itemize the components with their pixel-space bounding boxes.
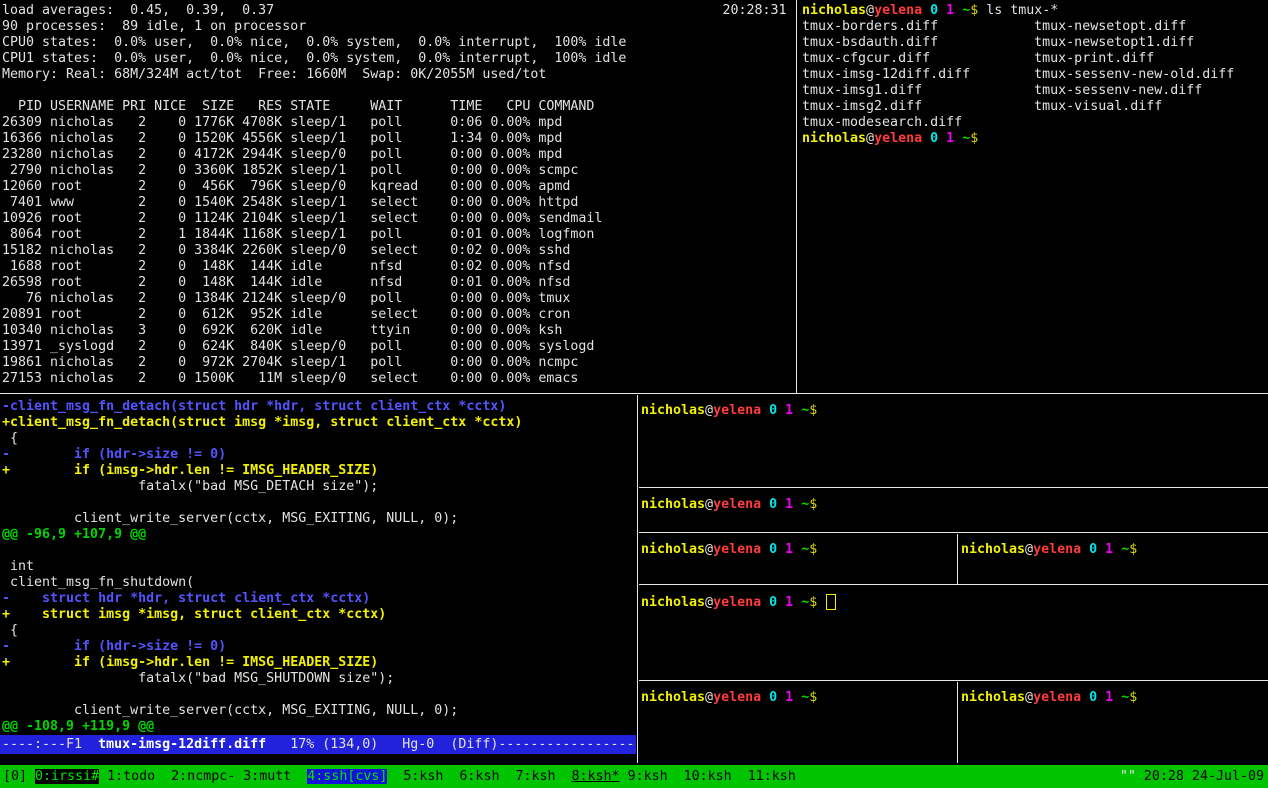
shell-prompt: nicholas@yelena 0 1 ~$ xyxy=(802,3,978,18)
status-window-2[interactable]: 2:ncmpc- xyxy=(171,769,235,784)
editor-buffer: -client_msg_fn_detach(struct hdr *hdr, s… xyxy=(2,399,522,735)
command-text: ls tmux-* xyxy=(986,3,1058,18)
tmux-screen: load averages: 0.45, 0.39, 0.37 20:28:31… xyxy=(0,0,1268,788)
editor-line: +client_msg_fn_detach(struct imsg *imsg,… xyxy=(2,415,522,431)
editor-line xyxy=(2,543,522,559)
shell-prompt: nicholas@yelena 0 1 ~$ xyxy=(641,497,817,512)
window-list: 0:irssi# 1:todo 2:ncmpc- 3:mutt 4:ssh[cv… xyxy=(27,769,812,784)
shell-pane-active[interactable]: nicholas@yelena 0 1 ~$ xyxy=(639,586,1268,688)
status-window-11[interactable]: 11:ksh xyxy=(748,769,796,784)
editor-line: - if (hdr->size != 0) xyxy=(2,639,522,655)
modeline-fill: -------------------------- xyxy=(498,737,636,752)
editor-line: { xyxy=(2,431,522,447)
top-output: load averages: 0.45, 0.39, 0.37 20:28:31… xyxy=(2,3,797,387)
pane-border-c xyxy=(639,584,1268,585)
pane-top-process-monitor[interactable]: load averages: 0.45, 0.39, 0.37 20:28:31… xyxy=(0,0,797,396)
shell-pane-e-left[interactable]: nicholas@yelena 0 1 ~$ xyxy=(639,682,959,771)
modeline-filename: tmux-imsg-12diff.diff xyxy=(98,737,266,752)
shell-prompt: nicholas@yelena 0 1 ~$ xyxy=(641,595,817,610)
modeline-info: 17% (134,0) Hg-0 (Diff) xyxy=(266,737,498,752)
editor-line: int xyxy=(2,559,522,575)
pane-border-b xyxy=(639,532,1268,533)
session-badge: [0] xyxy=(3,769,27,784)
tmux-status-bar: [0] 0:irssi# 1:todo 2:ncmpc- 3:mutt 4:ss… xyxy=(0,765,1268,788)
terminal-cursor xyxy=(826,594,836,610)
status-window-1[interactable]: 1:todo xyxy=(107,769,155,784)
editor-modeline: ----:---F1 tmux-imsg-12diff.diff 17% (13… xyxy=(0,735,636,754)
editor-line: client_write_server(cctx, MSG_EXITING, N… xyxy=(2,703,522,719)
status-window-6[interactable]: 6:ksh xyxy=(459,769,499,784)
shell-prompt: nicholas@yelena 0 1 ~$ xyxy=(802,131,978,146)
editor-line: fatalx("bad MSG_SHUTDOWN size"); xyxy=(2,671,522,687)
editor-line xyxy=(2,495,522,511)
status-right: "" 20:28 24-Jul-09 xyxy=(1120,765,1264,788)
pane-shell-ls[interactable]: nicholas@yelena 0 1 ~$ ls tmux-* tmux-bor… xyxy=(799,0,1268,396)
editor-line xyxy=(2,687,522,703)
status-window-3[interactable]: 3:mutt xyxy=(243,769,291,784)
pane-border-e-split xyxy=(957,682,958,763)
editor-line: + if (imsg->hdr.len != IMSG_HEADER_SIZE) xyxy=(2,463,522,479)
status-window-5[interactable]: 5:ksh xyxy=(403,769,443,784)
editor-line: - struct hdr *hdr, struct client_ctx *cc… xyxy=(2,591,522,607)
shell-prompt-line: nicholas@yelena 0 1 ~$ xyxy=(802,131,1268,147)
shell-prompt: nicholas@yelena 0 1 ~$ xyxy=(961,690,1137,705)
status-window-4[interactable]: 4:ssh[cvs] xyxy=(307,769,387,784)
pane-editor-diff[interactable]: -client_msg_fn_detach(struct hdr *hdr, s… xyxy=(0,395,636,763)
editor-line: + struct imsg *imsg, struct client_ctx *… xyxy=(2,607,522,623)
editor-line: { xyxy=(2,623,522,639)
shell-prompt: nicholas@yelena 0 1 ~$ xyxy=(641,403,817,418)
editor-line: client_write_server(cctx, MSG_EXITING, N… xyxy=(2,511,522,527)
status-clock: 20:28 xyxy=(1144,769,1184,784)
status-window-0[interactable]: 0:irssi# xyxy=(35,769,99,784)
editor-line: - if (hdr->size != 0) xyxy=(2,447,522,463)
editor-line: @@ -96,9 +107,9 @@ xyxy=(2,527,522,543)
shell-prompt: nicholas@yelena 0 1 ~$ xyxy=(641,542,817,557)
status-window-8[interactable]: 8:ksh* xyxy=(572,769,620,784)
shell-pane-e-right[interactable]: nicholas@yelena 0 1 ~$ xyxy=(959,682,1268,771)
editor-line: fatalx("bad MSG_DETACH size"); xyxy=(2,479,522,495)
pane-border-vertical-bottom xyxy=(637,395,638,763)
pane-border-vertical-top xyxy=(796,0,797,393)
status-window-10[interactable]: 10:ksh xyxy=(684,769,732,784)
file-listing: tmux-borders.diff tmux-newsetopt.diff tm… xyxy=(802,19,1268,131)
editor-line: @@ -108,9 +119,9 @@ xyxy=(2,719,522,735)
shell-prompt: nicholas@yelena 0 1 ~$ xyxy=(961,542,1137,557)
editor-line: + if (imsg->hdr.len != IMSG_HEADER_SIZE) xyxy=(2,655,522,671)
status-window-9[interactable]: 9:ksh xyxy=(628,769,668,784)
shell-prompt: nicholas@yelena 0 1 ~$ xyxy=(641,690,817,705)
editor-line: client_msg_fn_shutdown( xyxy=(2,575,522,591)
pane-border-horizontal-middle xyxy=(0,393,1268,394)
status-date: 24-Jul-09 xyxy=(1192,769,1264,784)
modeline-prefix: ----:---F1 xyxy=(2,737,98,752)
status-window-7[interactable]: 7:ksh xyxy=(515,769,555,784)
pane-border-a xyxy=(639,487,1268,488)
pane-title-indicator: "" xyxy=(1120,769,1136,784)
shell-command-line: nicholas@yelena 0 1 ~$ ls tmux-* xyxy=(802,3,1268,19)
shell-pane-a[interactable]: nicholas@yelena 0 1 ~$ xyxy=(639,395,1268,495)
pane-border-d xyxy=(639,680,1268,681)
editor-line: -client_msg_fn_detach(struct hdr *hdr, s… xyxy=(2,399,522,415)
pane-border-c-split xyxy=(957,534,958,584)
